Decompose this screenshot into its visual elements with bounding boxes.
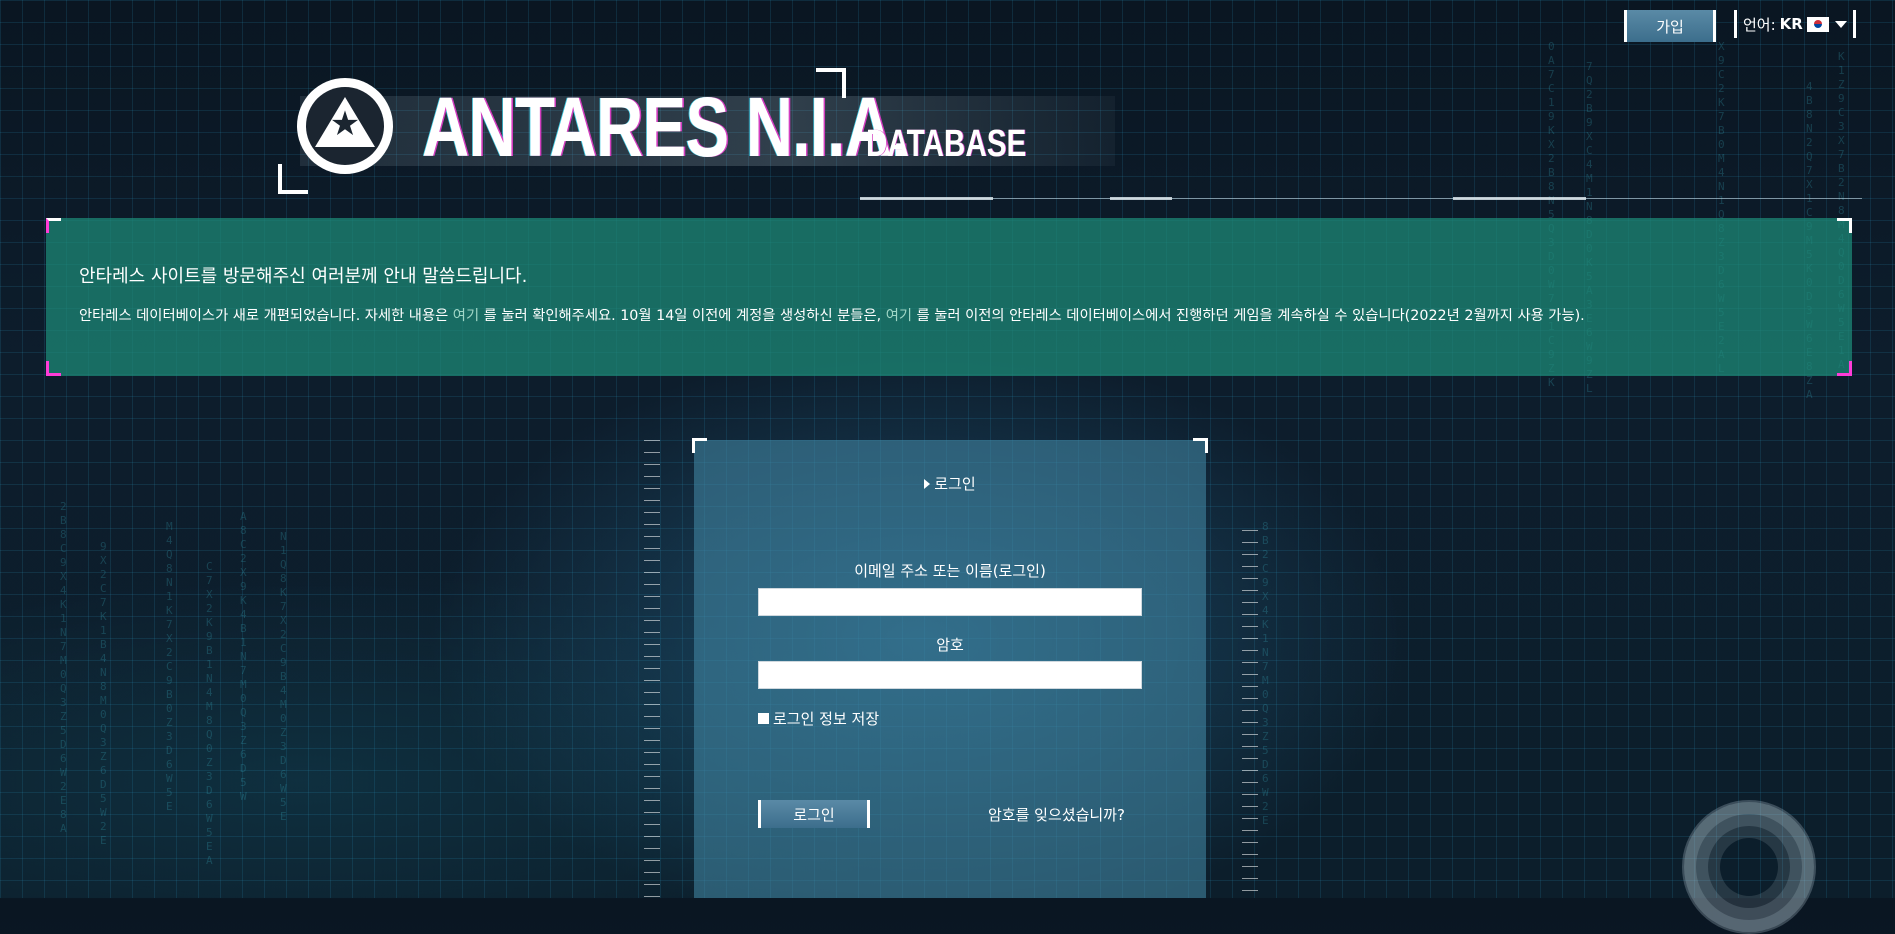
corner-bracket bbox=[1837, 218, 1852, 233]
background-code-column: N1Q8K7X2C9B4M0Z3D6W5E bbox=[280, 530, 287, 823]
background-code-column: M4Q8N1K7X2C9B0Z3D6W5E bbox=[166, 520, 173, 813]
corner-bracket bbox=[46, 361, 61, 376]
notice-link-info[interactable]: 여기 bbox=[453, 308, 479, 324]
login-button[interactable]: 로그인 bbox=[758, 800, 870, 828]
star-icon: ★ bbox=[329, 104, 361, 144]
notice-link-legacy[interactable]: 여기 bbox=[886, 308, 912, 324]
corner-bracket bbox=[1193, 438, 1208, 453]
corner-bracket bbox=[692, 438, 707, 453]
header-divider-segment bbox=[1453, 197, 1586, 200]
chevron-down-icon bbox=[1834, 20, 1847, 28]
signup-button[interactable]: 가입 bbox=[1624, 10, 1716, 42]
background-code-column: 2B8C9X4K1N7M0Q3Z5D6W2E8A bbox=[60, 500, 67, 835]
language-label: 언어: bbox=[1743, 15, 1776, 34]
header-divider-segment bbox=[860, 197, 993, 200]
header-divider-segment bbox=[1110, 197, 1172, 200]
background-code-column: A8C2X9K4B1N7M0Q3Z6D5W bbox=[240, 510, 247, 803]
ruler-decoration bbox=[644, 440, 660, 898]
login-heading: 로그인 bbox=[694, 473, 1206, 494]
language-selector[interactable]: 언어: KR bbox=[1734, 10, 1856, 38]
corner-bracket bbox=[1837, 361, 1852, 376]
notice-text: 를 눌러 확인해주세요. 10월 14일 이전에 계정을 생성하신 분들은, bbox=[483, 308, 882, 324]
notice-body: 안타레스 데이터베이스가 새로 개편되었습니다. 자세한 내용은 여기 를 눌러… bbox=[79, 306, 1819, 326]
header-divider bbox=[860, 198, 1862, 199]
remember-me-label: 로그인 정보 저장 bbox=[773, 710, 880, 728]
login-panel: 로그인 이메일 주소 또는 이름(로그인) 암호 로그인 정보 저장 로그인 암… bbox=[692, 438, 1208, 898]
password-field[interactable] bbox=[758, 661, 1142, 689]
korea-flag-icon bbox=[1806, 16, 1829, 32]
login-heading-label: 로그인 bbox=[934, 475, 976, 493]
notice-text: 안타레스 데이터베이스가 새로 개편되었습니다. 자세한 내용은 bbox=[79, 308, 449, 324]
logo-title: ANTARES N.I.A. bbox=[422, 80, 909, 174]
email-label: 이메일 주소 또는 이름(로그인) bbox=[854, 562, 1046, 580]
remember-me-checkbox[interactable]: 로그인 정보 저장 bbox=[758, 708, 879, 729]
language-code: KR bbox=[1779, 15, 1803, 33]
corner-bracket bbox=[46, 218, 61, 233]
notice-title: 안타레스 사이트를 방문해주신 여러분께 안내 말씀드립니다. bbox=[79, 266, 528, 287]
checkbox-icon[interactable] bbox=[758, 713, 769, 724]
notice-text: 를 눌러 이전의 안타레스 데이터베이스에서 진행하던 게임을 계속하실 수 있… bbox=[916, 308, 1585, 324]
background-code-column: C7X2K9B1N4M8Q0Z3D6W5EA bbox=[206, 560, 213, 867]
background-code-column: 8B2C9X4K1N7M0Q3Z5D6W2E bbox=[1262, 520, 1269, 827]
forgot-password-link[interactable]: 암호를 잊으셨습니까? bbox=[988, 804, 1125, 825]
ruler-decoration bbox=[1242, 530, 1258, 898]
email-field[interactable] bbox=[758, 588, 1142, 616]
fingerprint-decoration bbox=[1682, 800, 1816, 934]
notice-banner: 안타레스 사이트를 방문해주신 여러분께 안내 말씀드립니다. 안타레스 데이터… bbox=[46, 218, 1852, 376]
caret-right-icon bbox=[924, 479, 931, 489]
password-label: 암호 bbox=[936, 636, 964, 654]
background-code-column: 9X2C7K1B4N8M0Q3Z6D5W2E bbox=[100, 540, 107, 847]
logo-subtitle: DATABASE bbox=[866, 123, 1027, 165]
logo-bracket-bottom-left bbox=[278, 164, 308, 194]
